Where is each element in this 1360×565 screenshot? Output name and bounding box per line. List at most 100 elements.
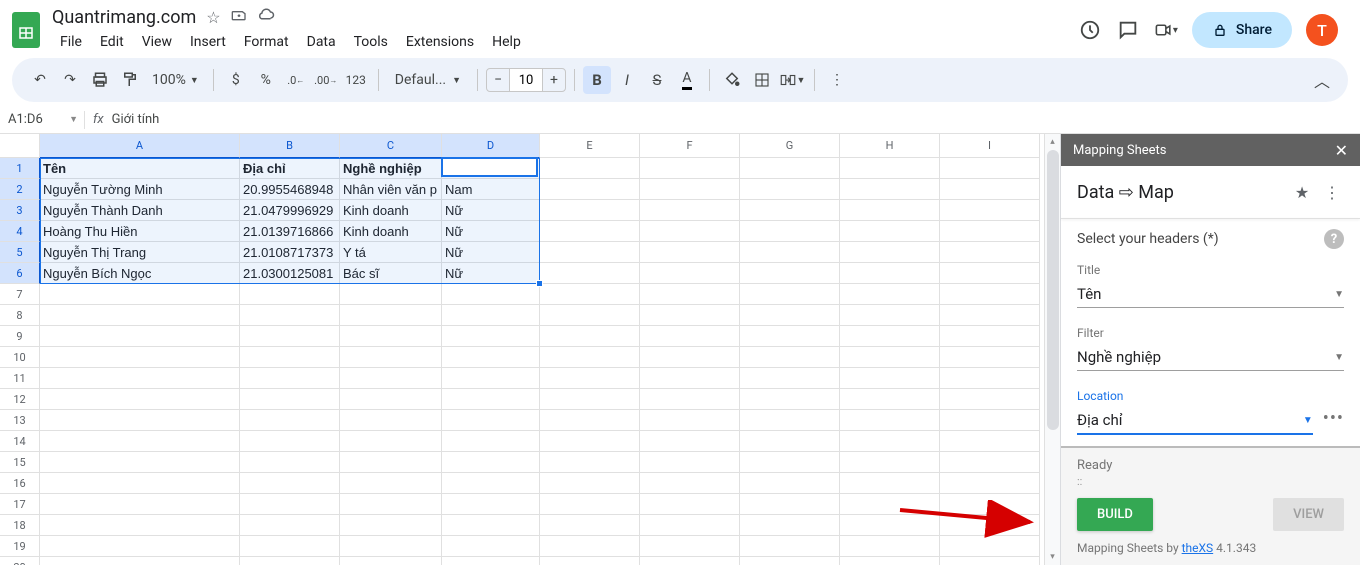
cell[interactable] (340, 557, 442, 565)
undo-icon[interactable]: ↶ (26, 66, 54, 94)
cell[interactable] (442, 557, 540, 565)
row-header[interactable]: 16 (0, 473, 40, 494)
fill-color-button[interactable] (718, 66, 746, 94)
font-select[interactable]: Defaul... ▼ (387, 72, 469, 88)
cell[interactable] (540, 515, 640, 536)
print-icon[interactable] (86, 66, 114, 94)
menu-insert[interactable]: Insert (182, 30, 234, 54)
vertical-scrollbar[interactable]: ▴ ▾ (1044, 134, 1060, 565)
cell[interactable] (40, 347, 240, 368)
cell[interactable] (740, 326, 840, 347)
cell[interactable]: Giới tính (442, 158, 540, 179)
cell[interactable] (40, 494, 240, 515)
cell[interactable] (540, 431, 640, 452)
decrease-decimal-icon[interactable]: .0← (282, 66, 310, 94)
cell[interactable] (442, 326, 540, 347)
cell[interactable] (40, 284, 240, 305)
row-header[interactable]: 2 (0, 179, 40, 200)
cell[interactable]: Địa chỉ (240, 158, 340, 179)
zoom-select[interactable]: 100% ▼ (146, 72, 205, 88)
cell[interactable] (740, 200, 840, 221)
cell[interactable] (740, 242, 840, 263)
cell[interactable] (540, 221, 640, 242)
select-all-corner[interactable] (0, 134, 40, 158)
cell[interactable] (40, 515, 240, 536)
format-123-icon[interactable]: 123 (342, 66, 370, 94)
cloud-icon[interactable] (257, 6, 275, 28)
cell[interactable] (240, 494, 340, 515)
cell[interactable] (840, 179, 940, 200)
italic-button[interactable]: I (613, 66, 641, 94)
currency-icon[interactable]: $ (222, 66, 250, 94)
cell[interactable]: Bác sĩ (340, 263, 442, 284)
cell[interactable] (840, 263, 940, 284)
cell[interactable]: 21.0300125081 (240, 263, 340, 284)
cell[interactable] (640, 284, 740, 305)
cell[interactable] (40, 368, 240, 389)
menu-format[interactable]: Format (236, 30, 297, 54)
cell[interactable] (540, 263, 640, 284)
cell[interactable] (240, 473, 340, 494)
cell[interactable]: Kinh doanh (340, 200, 442, 221)
col-header-H[interactable]: H (840, 134, 940, 158)
cell[interactable] (640, 158, 740, 179)
cell[interactable]: 21.0139716866 (240, 221, 340, 242)
cell[interactable] (40, 305, 240, 326)
cell[interactable] (940, 326, 1040, 347)
cell[interactable] (840, 221, 940, 242)
row-header[interactable]: 17 (0, 494, 40, 515)
cell[interactable] (640, 179, 740, 200)
redo-icon[interactable]: ↷ (56, 66, 84, 94)
cell[interactable] (740, 179, 840, 200)
cell[interactable] (840, 347, 940, 368)
row-header[interactable]: 5 (0, 242, 40, 263)
cell[interactable] (340, 452, 442, 473)
col-header-A[interactable]: A (40, 134, 240, 158)
menu-help[interactable]: Help (484, 30, 529, 54)
doc-title[interactable]: Quantrimang.com (52, 7, 196, 28)
cell[interactable] (340, 389, 442, 410)
cell[interactable] (840, 284, 940, 305)
cell[interactable] (740, 536, 840, 557)
name-box[interactable]: A1:D6▼ (8, 112, 84, 127)
avatar[interactable]: T (1306, 14, 1338, 46)
cell[interactable]: Nguyễn Thành Danh (40, 200, 240, 221)
cell[interactable] (740, 368, 840, 389)
thexs-link[interactable]: theXS (1182, 541, 1214, 555)
cell[interactable] (442, 473, 540, 494)
font-size-input[interactable] (510, 68, 542, 92)
cell[interactable] (540, 158, 640, 179)
cell[interactable]: 21.0108717373 (240, 242, 340, 263)
cell[interactable] (940, 347, 1040, 368)
cell[interactable] (240, 389, 340, 410)
text-color-button[interactable]: A (673, 66, 701, 94)
more-icon[interactable]: ⋮ (1320, 180, 1344, 204)
cell[interactable] (240, 536, 340, 557)
cell[interactable] (340, 515, 442, 536)
cell[interactable] (840, 431, 940, 452)
row-header[interactable]: 20 (0, 557, 40, 565)
cell[interactable]: Nữ (442, 263, 540, 284)
location-select[interactable]: Địa chỉ ▼ (1077, 407, 1313, 435)
cell[interactable] (240, 347, 340, 368)
cell[interactable] (640, 221, 740, 242)
help-icon[interactable]: ? (1324, 229, 1344, 249)
cell[interactable] (840, 368, 940, 389)
cell[interactable] (240, 452, 340, 473)
formula-input[interactable] (112, 112, 1360, 127)
cell[interactable] (340, 305, 442, 326)
cell[interactable] (740, 410, 840, 431)
star-icon[interactable]: ★ (1290, 180, 1314, 204)
cell[interactable] (240, 410, 340, 431)
cell[interactable] (840, 410, 940, 431)
cell[interactable] (240, 515, 340, 536)
col-header-G[interactable]: G (740, 134, 840, 158)
cell[interactable] (40, 473, 240, 494)
location-more-icon[interactable]: ••• (1323, 408, 1344, 435)
col-header-B[interactable]: B (240, 134, 340, 158)
row-header[interactable]: 7 (0, 284, 40, 305)
cell[interactable] (940, 389, 1040, 410)
cell[interactable] (340, 494, 442, 515)
cell[interactable] (442, 347, 540, 368)
cell[interactable]: Y tá (340, 242, 442, 263)
